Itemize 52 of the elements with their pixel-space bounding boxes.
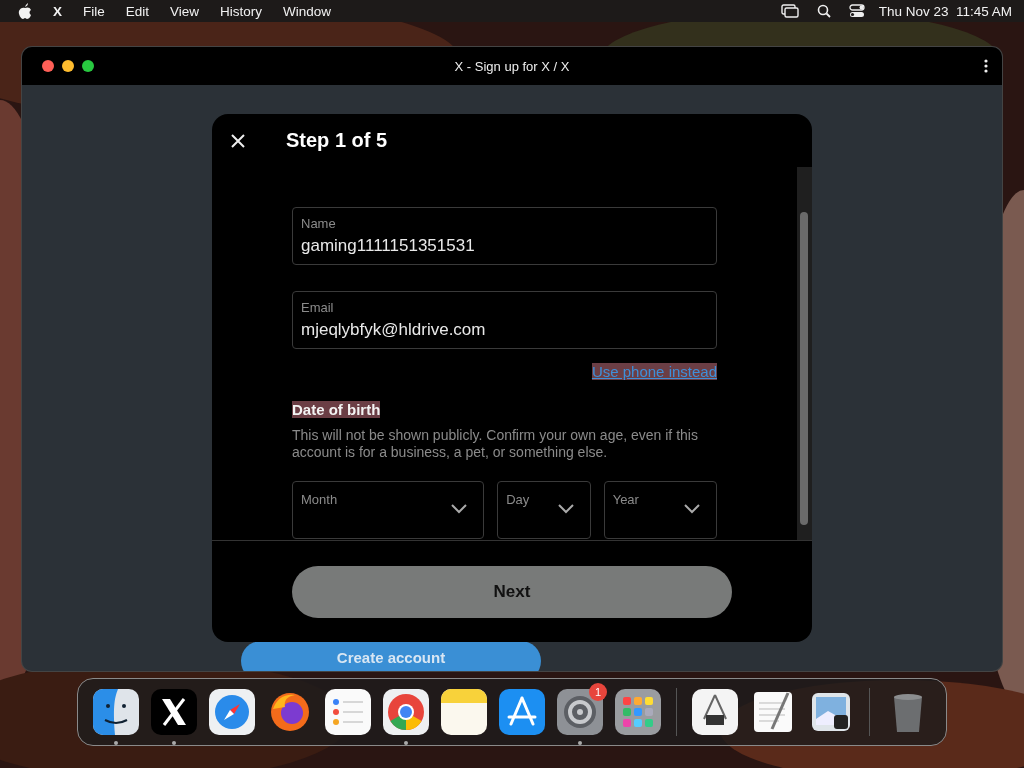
clock[interactable]: Thu Nov 23 11:45 AM: [878, 3, 1012, 19]
menu-item[interactable]: File: [83, 3, 105, 19]
menu-item[interactable]: Edit: [125, 3, 150, 19]
field-label: Email: [301, 300, 335, 315]
compass-icon[interactable]: [209, 689, 255, 735]
running-dot: [404, 741, 408, 745]
date-select[interactable]: Year: [603, 481, 717, 539]
notification-badge: 1: [589, 683, 607, 701]
more-icon[interactable]: [984, 59, 988, 73]
text-field[interactable]: Email mjeqlybfyk@hldrive.com: [292, 291, 717, 349]
apple-icon[interactable]: [18, 3, 32, 19]
running-dot: [578, 741, 582, 745]
list-icon[interactable]: [325, 689, 371, 735]
control-center-icon[interactable]: [848, 4, 865, 18]
gear-icon[interactable]: [557, 689, 603, 735]
field-label: Name: [301, 216, 337, 231]
menu-item[interactable]: Window: [283, 3, 332, 19]
screen-mirroring-icon[interactable]: [780, 4, 799, 18]
text-field[interactable]: Name gaming1111151351531: [292, 207, 717, 265]
select-label: Year: [612, 492, 639, 507]
select-label: Month: [301, 492, 338, 507]
menu-item[interactable]: History: [220, 3, 263, 19]
chevron-down-icon: [557, 504, 574, 514]
running-dot: [114, 741, 118, 745]
app-menu[interactable]: X: [53, 3, 62, 19]
menu-item[interactable]: View: [170, 3, 200, 19]
field-value: mjeqlybfyk@hldrive.com: [301, 320, 487, 340]
chevron-down-icon: [451, 504, 468, 514]
date-select[interactable]: Day: [497, 481, 591, 539]
search-icon[interactable]: [816, 4, 831, 18]
window-title: X - Sign up for X / X: [453, 58, 571, 74]
step-title: Step 1 of 5: [286, 129, 388, 152]
notepad-icon[interactable]: [441, 689, 487, 735]
x-logo-icon[interactable]: [151, 689, 197, 735]
app-grid-icon[interactable]: [615, 689, 661, 735]
date-select[interactable]: Month: [292, 481, 485, 539]
chevron-down-icon: [684, 504, 700, 514]
section-heading: Date of birth: [292, 401, 381, 418]
chrome-icon[interactable]: [383, 689, 429, 735]
scrollbar-thumb[interactable]: [800, 212, 808, 525]
running-dot: [172, 741, 176, 745]
scrollbar[interactable]: [797, 167, 812, 540]
birth-date-note: This will not be shown publicly. Confirm your own age, even if this account is for a business, a pet, or something else.: [292, 427, 699, 461]
zoom-window-button[interactable]: [82, 60, 94, 72]
minimize-window-button[interactable]: [62, 60, 74, 72]
finder-icon[interactable]: [93, 689, 139, 735]
field-value: gaming1111151351531: [301, 236, 476, 256]
next-button[interactable]: Next: [292, 565, 732, 618]
select-label: Day: [506, 492, 530, 507]
close-button[interactable]: [230, 132, 246, 149]
app-store-icon[interactable]: [499, 689, 545, 735]
close-window-button[interactable]: [42, 60, 54, 72]
